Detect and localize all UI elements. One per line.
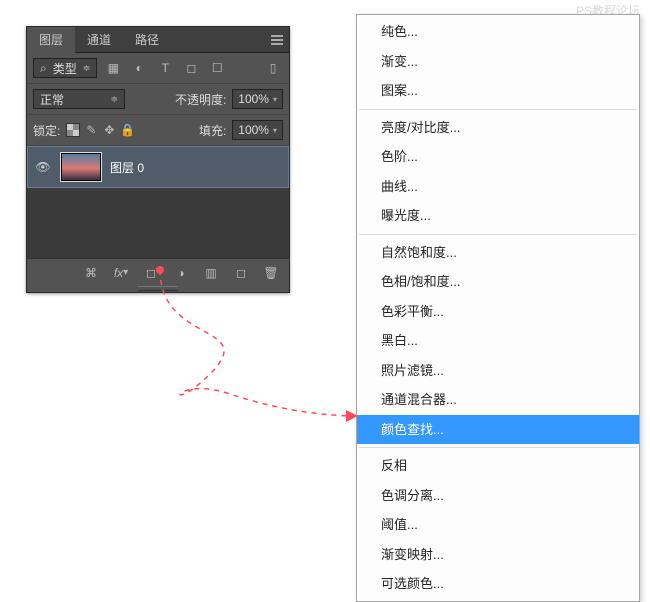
menu-item[interactable]: 色彩平衡... [357, 297, 639, 327]
layers-panel: 图层 通道 路径 ⌕ 类型 ≑ ▦ ◐ T ◻ ☐ ▯ 正常 ≑ 不透明度: 1… [26, 26, 290, 293]
menu-item[interactable]: 渐变映射... [357, 540, 639, 570]
menu-separator [359, 109, 637, 110]
layer-style-icon[interactable]: fx▾ [111, 263, 131, 283]
menu-item[interactable]: 自然饱和度... [357, 238, 639, 268]
adjustment-context-menu: 纯色...渐变...图案... 亮度/对比度...色阶...曲线...曝光度...… [356, 14, 640, 602]
link-layers-icon[interactable]: ⌘ [81, 263, 101, 283]
visibility-eye-icon[interactable]: 👁 [34, 160, 52, 174]
delete-layer-icon[interactable]: 🗑 [261, 263, 281, 283]
menu-item[interactable]: 曲线... [357, 172, 639, 202]
new-group-icon[interactable]: ▥ [201, 263, 221, 283]
new-layer-icon[interactable]: ◻ [231, 263, 251, 283]
search-icon: ⌕ [40, 61, 47, 76]
blend-mode-select[interactable]: 正常 ≑ [33, 89, 125, 109]
menu-item[interactable]: 色阶... [357, 142, 639, 172]
layer-filter-row: ⌕ 类型 ≑ ▦ ◐ T ◻ ☐ ▯ [27, 53, 289, 84]
lock-position-icon[interactable]: ✥ [102, 123, 116, 137]
menu-item[interactable]: 通道混合器... [357, 385, 639, 415]
menu-item[interactable]: 阈值... [357, 510, 639, 540]
chevron-down-icon: ▾ [273, 126, 277, 135]
opacity-input[interactable]: 100% ▾ [232, 89, 283, 109]
layer-mask-icon[interactable]: ◻ [141, 263, 161, 283]
panel-resize-grip[interactable] [27, 286, 289, 292]
filter-toggle-switch[interactable]: ▯ [263, 58, 283, 78]
menu-item[interactable]: 可选颜色... [357, 569, 639, 599]
fill-label: 填充: [199, 122, 226, 139]
layer-row[interactable]: 👁 图层 0 [27, 146, 289, 188]
opacity-label: 不透明度: [175, 91, 226, 108]
filter-type-icon[interactable]: T [155, 58, 175, 78]
filter-smart-icon[interactable]: ☐ [207, 58, 227, 78]
menu-item[interactable]: 曝光度... [357, 201, 639, 231]
menu-item[interactable]: 图案... [357, 76, 639, 106]
lock-fill-row: 锁定: ✎ ✥ 🔒 填充: 100% ▾ [27, 115, 289, 146]
panel-flyout-menu-icon[interactable] [265, 32, 289, 48]
tab-paths[interactable]: 路径 [123, 27, 171, 53]
chevron-down-icon: ≑ [83, 63, 91, 74]
lock-all-icon[interactable]: 🔒 [120, 123, 134, 137]
chevron-down-icon: ▾ [273, 95, 277, 104]
tab-channels[interactable]: 通道 [75, 27, 123, 53]
menu-item[interactable]: 照片滤镜... [357, 356, 639, 386]
menu-item[interactable]: 颜色查找... [357, 415, 639, 445]
menu-item[interactable]: 反相 [357, 451, 639, 481]
layer-filter-kind-select[interactable]: ⌕ 类型 ≑ [33, 58, 97, 78]
chevron-down-icon: ≑ [110, 94, 118, 105]
lock-label: 锁定: [33, 122, 60, 139]
filter-adjustment-icon[interactable]: ◐ [129, 58, 149, 78]
lock-transparent-icon[interactable] [66, 123, 80, 137]
menu-item[interactable]: 色调分离... [357, 481, 639, 511]
layer-name[interactable]: 图层 0 [110, 159, 144, 176]
menu-item[interactable]: 黑白... [357, 326, 639, 356]
layer-list: 👁 图层 0 [27, 146, 289, 258]
adjustment-layer-icon[interactable]: ◑ [171, 263, 191, 283]
panel-bottom-bar: ⌘ fx▾ ◻ ◑ ▥ ◻ 🗑 [27, 258, 289, 286]
menu-item[interactable]: 色相/饱和度... [357, 267, 639, 297]
menu-item[interactable]: 纯色... [357, 17, 639, 47]
blend-opacity-row: 正常 ≑ 不透明度: 100% ▾ [27, 84, 289, 115]
lock-image-icon[interactable]: ✎ [84, 123, 98, 137]
tab-layers[interactable]: 图层 [27, 27, 75, 53]
pointer-arrow-annotation [110, 264, 380, 464]
menu-item[interactable]: 渐变... [357, 47, 639, 77]
menu-separator [359, 447, 637, 448]
fill-input[interactable]: 100% ▾ [232, 120, 283, 140]
panel-tab-bar: 图层 通道 路径 [27, 27, 289, 53]
menu-item[interactable]: 亮度/对比度... [357, 113, 639, 143]
filter-pixel-icon[interactable]: ▦ [103, 58, 123, 78]
layer-thumbnail[interactable] [60, 152, 102, 182]
menu-separator [359, 234, 637, 235]
filter-shape-icon[interactable]: ◻ [181, 58, 201, 78]
